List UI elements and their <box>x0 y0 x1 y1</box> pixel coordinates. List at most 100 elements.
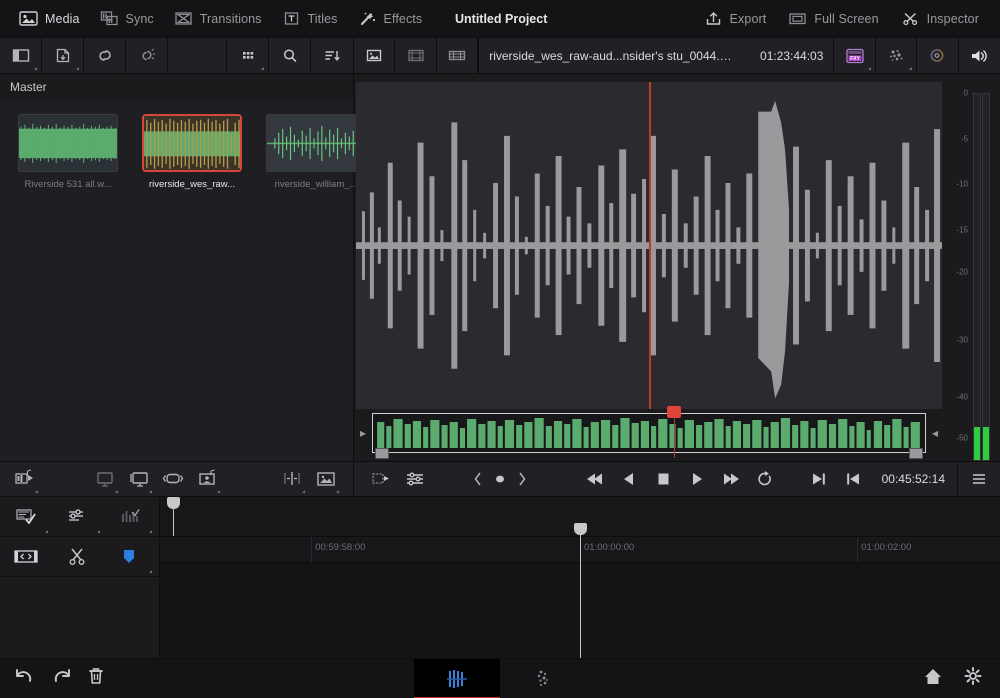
toolbar-spacer <box>168 38 227 74</box>
export-button[interactable]: Export <box>695 6 776 31</box>
scrub-right-arrow[interactable]: ◂ <box>928 426 942 440</box>
waveform-thumb <box>144 116 240 172</box>
list-item[interactable]: riverside_wes_raw... <box>142 114 242 190</box>
place-on-top-icon[interactable] <box>364 461 398 497</box>
clip-thumbnail[interactable] <box>266 114 366 172</box>
scrub-left-arrow[interactable]: ▸ <box>356 426 370 440</box>
fullscreen-label: Full Screen <box>814 12 878 26</box>
settings-icon[interactable] <box>962 666 984 691</box>
range-select-icon[interactable] <box>0 537 52 577</box>
timeline-start-playhead[interactable] <box>173 497 174 536</box>
redo-icon[interactable] <box>50 666 72 691</box>
menu-label-titles: Titles <box>308 12 338 26</box>
menu-item-media[interactable]: Media <box>10 6 89 31</box>
delete-icon[interactable] <box>86 666 106 691</box>
add-marker-icon[interactable] <box>488 461 512 497</box>
meter-level <box>983 427 989 460</box>
inspector-button[interactable]: Inspector <box>892 6 988 31</box>
go-to-start-icon[interactable] <box>836 461 870 497</box>
clip-thumbnails: Riverside 531 all.w... <box>18 114 353 190</box>
split-icon[interactable] <box>275 461 309 497</box>
insert-clip-icon[interactable] <box>156 461 190 497</box>
meter-tick: -10 <box>956 180 968 189</box>
grid-view-icon[interactable] <box>227 38 269 74</box>
main-waveform[interactable] <box>356 82 942 409</box>
prev-marker-icon[interactable] <box>468 461 488 497</box>
import-media-icon[interactable] <box>42 38 84 74</box>
blade-cut-icon[interactable] <box>52 537 104 577</box>
audio-levels-icon[interactable] <box>104 497 156 537</box>
menu-item-transitions[interactable]: Transitions <box>165 6 271 31</box>
go-to-end-icon[interactable] <box>802 461 836 497</box>
filmstrip-view-icon[interactable] <box>395 38 436 74</box>
list-item[interactable]: Riverside 531 all.w... <box>18 114 118 190</box>
select-clips-icon[interactable] <box>0 497 52 537</box>
svg-text:FXY: FXY <box>850 55 860 61</box>
topbar-actions: Export Full Screen <box>695 6 1000 31</box>
bottom-status-bar <box>0 658 1000 698</box>
audio-clip-icon[interactable] <box>8 461 42 497</box>
clip-filename: riverside_wes_raw-aud...nsider's stu_004… <box>489 49 736 63</box>
trim-edit-icon[interactable] <box>52 497 104 537</box>
link-clips-icon[interactable] <box>84 38 126 74</box>
viewer-playhead[interactable] <box>649 82 651 409</box>
menu-label-effects: Effects <box>384 12 423 26</box>
step-forward-icon[interactable] <box>714 461 748 497</box>
audio-scrubber[interactable] <box>372 413 926 453</box>
undo-icon[interactable] <box>14 666 36 691</box>
color-wheel-icon[interactable] <box>917 38 958 74</box>
mark-out-icon[interactable] <box>122 461 156 497</box>
stop-icon[interactable] <box>646 461 680 497</box>
next-marker-icon[interactable] <box>512 461 532 497</box>
play-icon[interactable] <box>680 461 714 497</box>
clip-thumbnail[interactable] <box>142 114 242 172</box>
meter-tick: -5 <box>961 134 968 143</box>
meter-scale: 0 -5 -10 -15 -20 -30 -40 -50 <box>944 82 970 461</box>
menu-item-sync[interactable]: Sync <box>91 6 163 31</box>
options-menu-icon[interactable] <box>958 461 1000 497</box>
clip-thumbnail[interactable] <box>18 114 118 172</box>
timeline-playhead[interactable] <box>580 523 581 658</box>
mark-out-handle[interactable] <box>909 448 923 459</box>
sort-order-icon[interactable] <box>311 38 353 74</box>
panel-toggle-icon[interactable] <box>0 38 42 74</box>
timeline-tool-row-2 <box>0 537 159 577</box>
mark-in-handle[interactable] <box>375 448 389 459</box>
viewer-toolbar: riverside_wes_raw-aud...nsider's stu_004… <box>354 38 1000 74</box>
mixer-icon[interactable] <box>398 461 432 497</box>
meter-tick: -50 <box>956 434 968 443</box>
page-switcher <box>414 659 586 698</box>
menu-item-effects[interactable]: Effects <box>349 6 432 31</box>
denoise-icon[interactable] <box>876 38 917 74</box>
search-icon[interactable] <box>269 38 311 74</box>
list-item[interactable]: riverside_william_... <box>266 114 366 190</box>
loop-icon[interactable] <box>748 461 782 497</box>
ruler-label: 01:00:02:00 <box>857 542 911 553</box>
fxy-badge-icon[interactable]: FXY <box>834 38 875 74</box>
volume-icon[interactable] <box>959 38 1000 74</box>
waveform-viewer: ▸ <box>354 74 944 461</box>
effects-icon <box>358 10 377 27</box>
export-icon <box>704 10 723 27</box>
fullscreen-button[interactable]: Full Screen <box>779 6 887 31</box>
timeline-canvas[interactable]: 00:59:58:00 01:00:00:00 01:00:02:00 <box>160 497 1000 658</box>
overwrite-clip-icon[interactable] <box>190 461 224 497</box>
unlink-clips-icon[interactable] <box>126 38 168 74</box>
timeline-track-headers <box>0 577 159 658</box>
menu-item-titles[interactable]: Titles <box>273 6 347 31</box>
meter-bars <box>971 82 993 461</box>
jump-start-icon[interactable] <box>578 461 612 497</box>
ruler-label: 00:59:58:00 <box>311 542 365 553</box>
scrubber-playhead[interactable] <box>674 414 675 458</box>
current-timecode[interactable]: 00:45:52:14 <box>870 472 957 486</box>
scrubber-position-marker[interactable] <box>667 406 681 418</box>
marker-flag-icon[interactable] <box>104 537 156 577</box>
cut-page-icon[interactable] <box>414 659 500 698</box>
fairlight-page-icon[interactable] <box>500 659 586 698</box>
snapshot-icon[interactable] <box>309 461 343 497</box>
mark-in-icon[interactable] <box>88 461 122 497</box>
thumbnail-view-icon[interactable] <box>354 38 395 74</box>
home-icon[interactable] <box>922 666 944 691</box>
step-back-icon[interactable] <box>612 461 646 497</box>
list-view-icon[interactable] <box>437 38 478 74</box>
